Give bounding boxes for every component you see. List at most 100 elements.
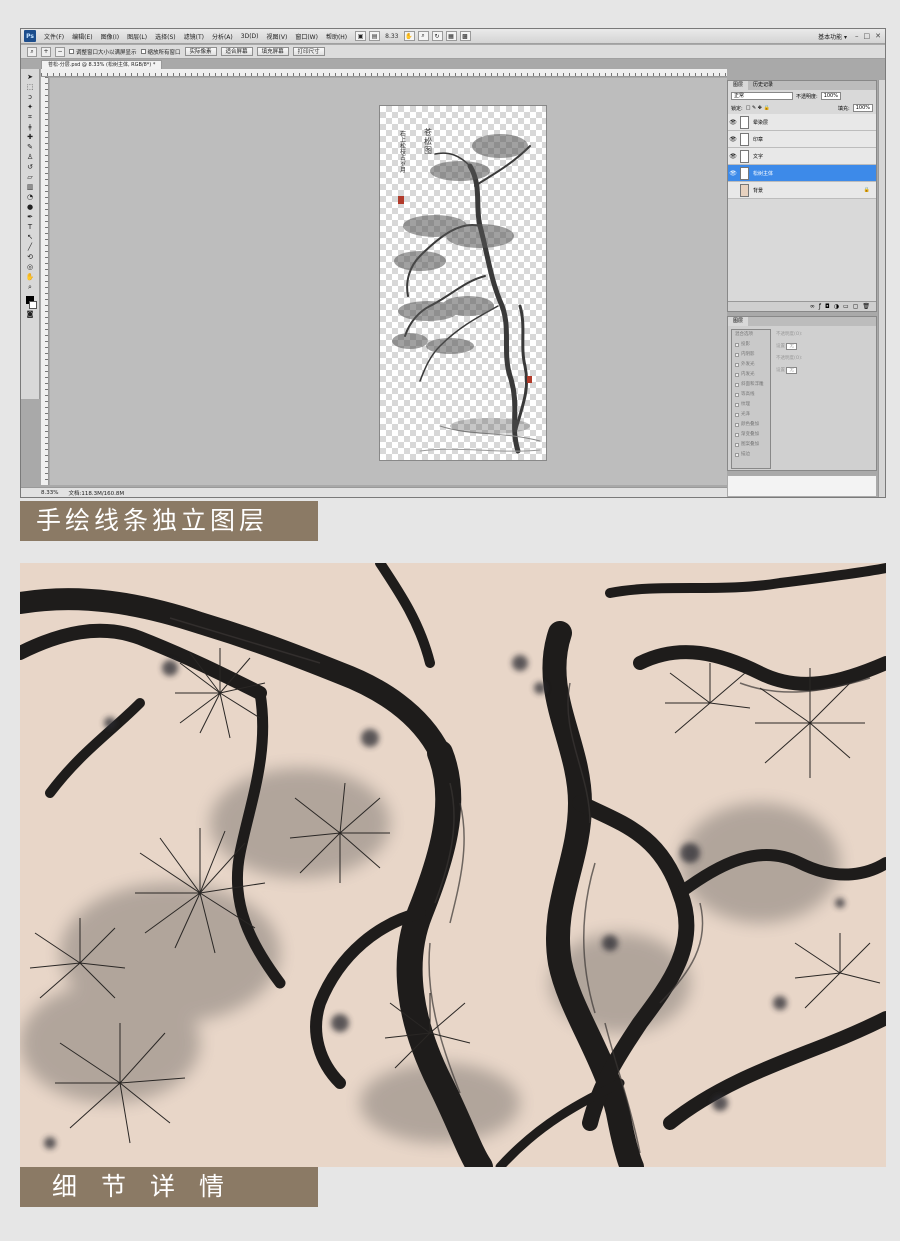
menu-file[interactable]: 文件(F) <box>40 32 68 41</box>
gradient-tool-icon[interactable]: ▥ <box>24 183 36 192</box>
tab-history[interactable]: 历史记录 <box>748 81 778 90</box>
fill-input[interactable]: 100% <box>852 104 873 112</box>
style-item[interactable]: 投影 <box>732 340 770 350</box>
lock-icons[interactable]: □ ✎ ✥ 🔒 <box>746 105 770 111</box>
menu-view[interactable]: 视图(V) <box>263 32 292 41</box>
document-canvas[interactable]: 苍松图 石上松枝占岁月 <box>380 106 546 460</box>
layer-row[interactable]: 背景 🔒 <box>728 182 876 199</box>
eye-icon[interactable]: 👁 <box>728 153 738 160</box>
menu-edit[interactable]: 编辑(E) <box>68 32 96 41</box>
bridge-icon[interactable]: ▣ <box>355 31 367 41</box>
menu-help[interactable]: 帮助(H) <box>322 32 351 41</box>
path-select-icon[interactable]: ↖ <box>24 233 36 242</box>
canvas-area[interactable]: 苍松图 石上松枝占岁月 <box>50 78 727 485</box>
mask-icon[interactable]: ◘ <box>825 303 830 310</box>
workspace-switcher[interactable]: 基本功能 ▾ <box>818 32 847 41</box>
move-tool-icon[interactable]: ➤ <box>24 73 36 82</box>
style-item[interactable]: 纹理 <box>732 400 770 410</box>
dodge-tool-icon[interactable]: ● <box>24 203 36 212</box>
style-item[interactable]: 等高线 <box>732 390 770 400</box>
opacity-input[interactable]: 100% <box>820 92 841 100</box>
zoom-tool-icon[interactable]: ⌕ <box>27 46 37 57</box>
document-tab[interactable]: 苍松-分层.psd @ 8.33% (松树主体, RGB/8*) * <box>41 60 163 69</box>
eyedropper-icon[interactable]: ǂ <box>24 123 36 132</box>
style-item[interactable]: 光泽 <box>732 410 770 420</box>
history-brush-icon[interactable]: ↺ <box>24 163 36 172</box>
trash-icon[interactable]: 🗑 <box>862 303 870 310</box>
new-layer-icon[interactable]: ▢ <box>853 303 859 310</box>
background-color-swatch[interactable] <box>29 301 37 309</box>
hand-icon[interactable]: ✋ <box>403 31 415 41</box>
eraser-tool-icon[interactable]: ▱ <box>24 173 36 182</box>
style-item[interactable]: 内阴影 <box>732 350 770 360</box>
lasso-tool-icon[interactable]: ↄ <box>24 93 36 102</box>
style-item[interactable]: 图案叠加 <box>732 440 770 450</box>
blend-mode-select[interactable]: 正常 <box>731 92 793 100</box>
panel-scrollbar[interactable] <box>878 80 885 497</box>
resize-windows-checkbox[interactable]: 调整窗口大小以满屏显示 <box>69 48 137 56</box>
fill-screen-button[interactable]: 填充屏幕 <box>256 47 289 56</box>
menu-analysis[interactable]: 分析(A) <box>208 32 237 41</box>
stamp-tool-icon[interactable]: ♙ <box>24 153 36 162</box>
3d-orbit-icon[interactable]: ◎ <box>24 263 36 272</box>
3d-rotate-icon[interactable]: ⟲ <box>24 253 36 262</box>
zoom-tool-icon-side[interactable]: ⌕ <box>24 283 36 292</box>
tab-styles[interactable]: 图层 <box>728 317 749 326</box>
layer-row[interactable]: 👁 印章 <box>728 131 876 148</box>
crop-tool-icon[interactable]: ⌗ <box>24 113 36 122</box>
layer-row-selected[interactable]: 👁 松树主体 <box>728 165 876 182</box>
quick-mask-icon[interactable]: ◙ <box>24 310 36 319</box>
style-item[interactable]: 内发光 <box>732 370 770 380</box>
brush-tool-icon[interactable]: ✎ <box>24 143 36 152</box>
style-item[interactable]: 颜色叠加 <box>732 420 770 430</box>
style-item[interactable]: 描边 <box>732 450 770 460</box>
style-item[interactable]: 外发光 <box>732 360 770 370</box>
minimize-icon[interactable]: – <box>855 32 859 40</box>
shape-tool-icon[interactable]: ╱ <box>24 243 36 252</box>
pen-tool-icon[interactable]: ✒ <box>24 213 36 222</box>
layer-row[interactable]: 👁 晕染层 <box>728 114 876 131</box>
style-item[interactable]: 斜面和浮雕 <box>732 380 770 390</box>
zoom-icon[interactable]: ⌕ <box>417 31 429 41</box>
folder-icon[interactable]: ▭ <box>843 303 849 310</box>
zoom-level[interactable]: 8.33 <box>383 33 400 40</box>
blur-tool-icon[interactable]: ◔ <box>24 193 36 202</box>
close-icon[interactable]: ✕ <box>875 32 881 40</box>
print-size-button[interactable]: 打印尺寸 <box>292 47 325 56</box>
healing-brush-icon[interactable]: ✚ <box>24 133 36 142</box>
hand-tool-icon[interactable]: ✋ <box>24 273 36 282</box>
fx-icon[interactable]: ƒ <box>819 303 821 310</box>
menu-select[interactable]: 选择(S) <box>151 32 180 41</box>
tab-layers[interactable]: 图层 <box>728 81 749 90</box>
maximize-icon[interactable]: □ <box>864 32 871 40</box>
style-item[interactable]: 混合选项 <box>732 330 770 340</box>
eye-icon[interactable]: 👁 <box>728 170 738 177</box>
status-doc-size[interactable]: 文档:118.3M/160.8M <box>68 489 124 497</box>
menu-3d[interactable]: 3D(D) <box>237 33 263 40</box>
type-tool-icon[interactable]: T <box>24 223 36 232</box>
menu-layer[interactable]: 图层(L) <box>123 32 151 41</box>
arrange-icon[interactable]: ▤ <box>369 31 381 41</box>
menu-image[interactable]: 图像(I) <box>97 32 123 41</box>
actual-pixels-button[interactable]: 实际像素 <box>184 47 217 56</box>
zoom-out-icon[interactable]: − <box>55 46 65 57</box>
status-zoom[interactable]: 8.33% <box>41 490 58 496</box>
layer-row[interactable]: 👁 文字 <box>728 148 876 165</box>
zoom-in-icon[interactable]: + <box>41 46 51 57</box>
eye-icon[interactable]: 👁 <box>728 119 738 126</box>
rotate-view-icon[interactable]: ↻ <box>431 31 443 41</box>
fit-screen-button[interactable]: 适合屏幕 <box>220 47 253 56</box>
link-icon[interactable]: ∞ <box>810 303 815 310</box>
style-option-select[interactable]: 无 <box>786 343 797 350</box>
style-item[interactable]: 渐变叠加 <box>732 430 770 440</box>
screen-mode-icon[interactable]: ▦ <box>445 31 457 41</box>
adjustment-icon[interactable]: ◑ <box>834 303 839 310</box>
style-option-select[interactable]: 无 <box>786 367 797 374</box>
eye-icon[interactable]: 👁 <box>728 136 738 143</box>
magic-wand-icon[interactable]: ✦ <box>24 103 36 112</box>
extras-icon[interactable]: ▩ <box>459 31 471 41</box>
menu-filter[interactable]: 滤镜(T) <box>180 32 208 41</box>
zoom-all-windows-checkbox[interactable]: 缩放所有窗口 <box>140 48 181 56</box>
menu-window[interactable]: 窗口(W) <box>291 32 322 41</box>
marquee-tool-icon[interactable]: ⬚ <box>24 83 36 92</box>
